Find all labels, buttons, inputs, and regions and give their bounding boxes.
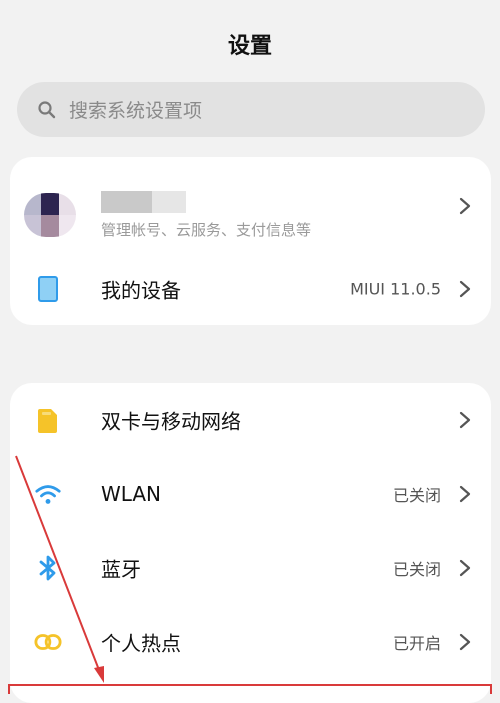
account-name-redacted (101, 191, 186, 213)
search-placeholder: 搜索系统设置项 (69, 100, 203, 122)
my-device-row[interactable]: 我的设备 MIUI 11.0.5 (10, 252, 491, 326)
search-bar[interactable]: 搜索系统设置项 (17, 82, 485, 137)
chevron-right-icon (459, 280, 471, 298)
bluetooth-label: 蓝牙 (101, 557, 141, 582)
hotspot-status: 已开启 (392, 634, 441, 653)
account-row[interactable]: 管理帐号、云服务、支付信息等 (10, 167, 491, 245)
sim-card-icon (34, 406, 62, 434)
chevron-right-icon (459, 485, 471, 503)
bluetooth-icon (34, 554, 62, 582)
wlan-label: WLAN (101, 482, 162, 506)
wifi-icon (34, 480, 62, 508)
chevron-right-icon (459, 411, 471, 429)
network-card: 双卡与移动网络 WLAN 已关闭 蓝牙 已关闭 个人热点 已开启 (10, 383, 491, 703)
chevron-right-icon (459, 559, 471, 577)
chevron-right-icon (459, 197, 471, 215)
account-card: 管理帐号、云服务、支付信息等 我的设备 MIUI 11.0.5 (10, 157, 491, 325)
dual-sim-row[interactable]: 双卡与移动网络 (10, 383, 491, 457)
hotspot-icon (34, 628, 62, 656)
wlan-row[interactable]: WLAN 已关闭 (10, 457, 491, 531)
device-icon (34, 275, 62, 303)
bluetooth-row[interactable]: 蓝牙 已关闭 (10, 531, 491, 605)
hotspot-row[interactable]: 个人热点 已开启 (10, 605, 491, 679)
page-title: 设置 (227, 34, 272, 59)
dual-sim-label: 双卡与移动网络 (101, 409, 241, 434)
hotspot-label: 个人热点 (101, 631, 181, 656)
bluetooth-status: 已关闭 (392, 560, 441, 579)
wlan-status: 已关闭 (392, 486, 441, 505)
miui-version: MIUI 11.0.5 (350, 279, 441, 299)
chevron-right-icon (459, 633, 471, 651)
account-subtitle: 管理帐号、云服务、支付信息等 (101, 221, 312, 239)
my-device-label: 我的设备 (101, 278, 181, 303)
search-icon (38, 100, 56, 118)
avatar (24, 193, 76, 237)
annotation-highlight-box (8, 684, 492, 694)
